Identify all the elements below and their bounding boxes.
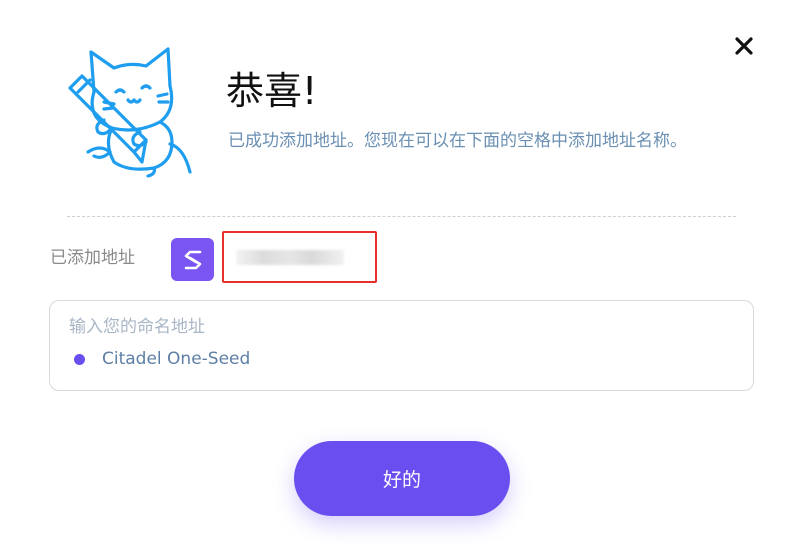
dashed-divider [67, 216, 736, 217]
address-name-card: Citadel One-Seed [49, 300, 754, 391]
address-name-input[interactable] [69, 314, 729, 340]
dialog-title: 恭喜! [226, 69, 318, 113]
bullet-dot [74, 353, 85, 365]
close-button[interactable] [731, 33, 757, 59]
ok-button[interactable]: 好的 [294, 441, 510, 516]
name-suggestion-item[interactable]: Citadel One-Seed [74, 347, 250, 371]
cat-with-pencil-icon [68, 47, 192, 178]
added-address-value [222, 231, 377, 283]
citadel-logo-icon [184, 250, 201, 269]
close-icon [735, 37, 753, 55]
dialog-subtitle: 已成功添加地址。您现在可以在下面的空格中添加地址名称。 [228, 131, 687, 151]
suggestion-label: Citadel One-Seed [102, 349, 251, 369]
added-address-label: 已添加地址 [50, 248, 135, 268]
address-text-redacted [236, 250, 344, 265]
token-badge [171, 238, 214, 281]
